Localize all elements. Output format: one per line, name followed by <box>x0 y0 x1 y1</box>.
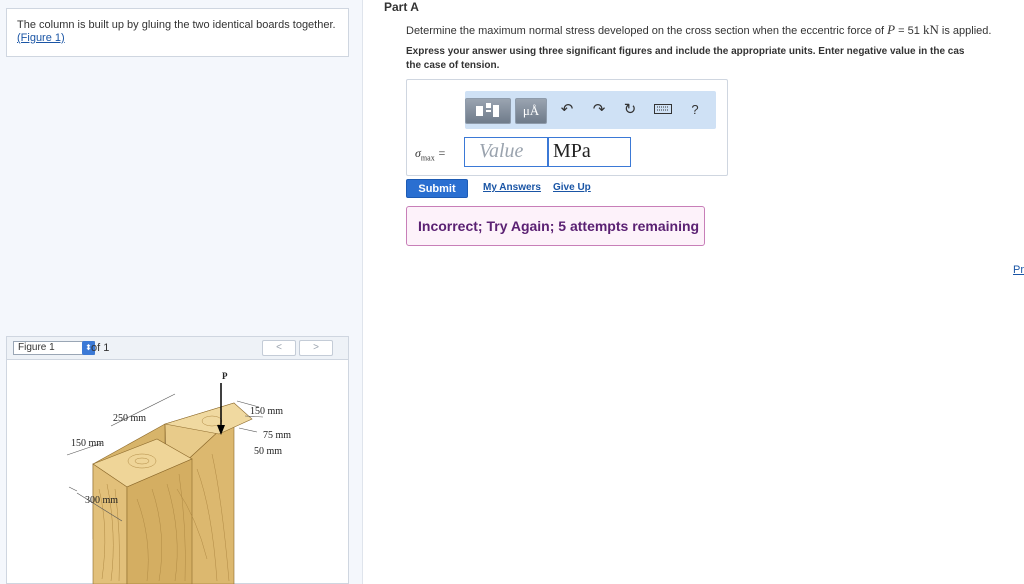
instruction-line2: the case of tension. <box>406 60 500 71</box>
math-toolbar: μÅ ↶ ↷ ↻ ? <box>465 91 716 129</box>
force-label: P <box>222 371 228 381</box>
dim-75-label: 75 mm <box>263 430 291 441</box>
template-icon <box>476 103 499 117</box>
figure-link[interactable]: (Figure 1) <box>17 32 65 44</box>
submit-button[interactable]: Submit <box>406 179 468 198</box>
dim-300-label: 300 mm <box>85 495 118 506</box>
chevron-right-icon: > <box>313 342 319 353</box>
answer-box: μÅ ↶ ↷ ↻ ? σmax = Value MPa <box>406 79 728 176</box>
my-answers-link[interactable]: My Answers <box>483 182 541 193</box>
question-symbol: P <box>887 22 896 37</box>
redo-icon[interactable]: ↷ <box>589 100 609 120</box>
feedback-message: Incorrect; Try Again; 5 attempts remaini… <box>406 206 705 246</box>
next-figure-button[interactable]: > <box>299 340 333 356</box>
dim-250-label: 250 mm <box>113 413 146 424</box>
figure-toolbar: Figure 1 ⬍ of 1 < > <box>7 337 348 360</box>
part-title: Part A <box>384 0 419 14</box>
answer-subscript: max <box>420 153 435 163</box>
units-label: μÅ <box>522 103 540 118</box>
templates-button[interactable] <box>465 98 511 124</box>
problem-statement: The column is built up by gluing the two… <box>6 8 349 57</box>
give-up-link[interactable]: Give Up <box>553 182 591 193</box>
figure-panel: Figure 1 ⬍ of 1 < > P 250 mm 150 mm 300 … <box>6 336 349 584</box>
reset-icon[interactable]: ↻ <box>620 100 640 120</box>
right-column: Part A Determine the maximum normal stre… <box>362 0 1024 584</box>
prev-figure-button[interactable]: < <box>262 340 296 356</box>
answer-label: σmax = <box>415 146 446 162</box>
question-after: is applied. <box>938 25 992 37</box>
value-input[interactable]: Value <box>464 137 548 167</box>
dim-150-left-label: 150 mm <box>71 438 104 449</box>
dim-150-right-label: 150 mm <box>250 406 283 417</box>
undo-icon[interactable]: ↶ <box>557 100 577 120</box>
chevron-left-icon: < <box>276 342 282 353</box>
answer-equals: = <box>434 146 446 160</box>
figure-select-value: Figure 1 <box>18 342 55 353</box>
left-column: The column is built up by gluing the two… <box>0 0 363 584</box>
question-before: Determine the maximum normal stress deve… <box>406 25 888 37</box>
keyboard-icon[interactable] <box>653 100 673 120</box>
question-text: Determine the maximum normal stress deve… <box>406 22 991 38</box>
column-figure: P 250 mm 150 mm 300 mm 150 mm 75 mm 50 m… <box>66 371 291 584</box>
help-icon[interactable]: ? <box>685 100 705 120</box>
unit-input[interactable]: MPa <box>548 137 631 167</box>
edge-link[interactable]: Pr <box>1013 264 1024 276</box>
instruction-line1: Express your answer using three signific… <box>406 46 965 57</box>
instruction-text: Express your answer using three signific… <box>406 45 1024 73</box>
question-eq: = 51 <box>895 25 923 37</box>
problem-text: The column is built up by gluing the two… <box>17 19 336 31</box>
figure-select[interactable]: Figure 1 ⬍ <box>13 341 95 355</box>
dim-50-label: 50 mm <box>254 446 282 457</box>
question-unit: kN <box>922 22 939 37</box>
units-button[interactable]: μÅ <box>515 98 547 124</box>
figure-count: of 1 <box>91 342 110 354</box>
